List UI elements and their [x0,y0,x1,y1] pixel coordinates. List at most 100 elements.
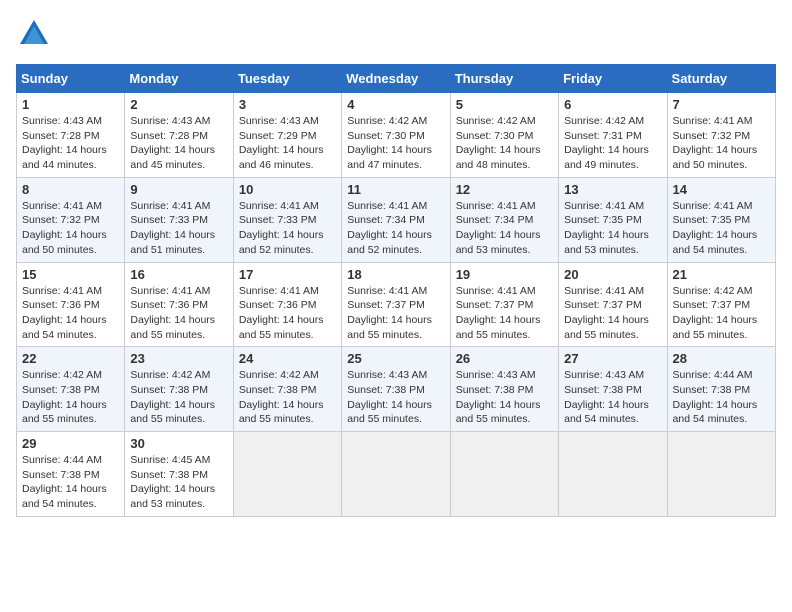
day-number: 15 [22,267,119,282]
calendar-cell: 10 Sunrise: 4:41 AM Sunset: 7:33 PM Dayli… [233,177,341,262]
day-number: 21 [673,267,770,282]
calendar-cell: 1 Sunrise: 4:43 AM Sunset: 7:28 PM Daylig… [17,93,125,178]
calendar-cell: 13Sunrise: 4:41 AM Sunset: 7:35 PM Dayli… [559,177,667,262]
calendar-cell: 29 Sunrise: 4:44 AM Sunset: 7:38 PM Dayli… [17,432,125,517]
day-info: Sunrise: 4:42 AM Sunset: 7:38 PM Dayligh… [22,368,119,427]
day-info: Sunrise: 4:42 AM Sunset: 7:31 PM Dayligh… [564,114,661,173]
day-info: Sunrise: 4:41 AM Sunset: 7:34 PM Dayligh… [347,199,444,258]
day-number: 20 [564,267,661,282]
day-info: Sunrise: 4:42 AM Sunset: 7:30 PM Dayligh… [347,114,444,173]
day-number: 14 [673,182,770,197]
calendar-cell: 11 Sunrise: 4:41 AM Sunset: 7:34 PM Dayli… [342,177,450,262]
day-info: Sunrise: 4:41 AM Sunset: 7:36 PM Dayligh… [239,284,336,343]
calendar-header-row: SundayMondayTuesdayWednesdayThursdayFrid… [17,65,776,93]
day-number: 7 [673,97,770,112]
calendar-cell [450,432,558,517]
day-info: Sunrise: 4:41 AM Sunset: 7:32 PM Dayligh… [673,114,770,173]
day-number: 16 [130,267,227,282]
calendar-cell [342,432,450,517]
calendar-cell: 25Sunrise: 4:43 AM Sunset: 7:38 PM Dayli… [342,347,450,432]
calendar-cell: 19 Sunrise: 4:41 AM Sunset: 7:37 PM Dayli… [450,262,558,347]
calendar-cell: 15 Sunrise: 4:41 AM Sunset: 7:36 PM Dayli… [17,262,125,347]
day-info: Sunrise: 4:42 AM Sunset: 7:38 PM Dayligh… [130,368,227,427]
calendar-cell [233,432,341,517]
day-number: 10 [239,182,336,197]
calendar-cell: 2 Sunrise: 4:43 AM Sunset: 7:28 PM Daylig… [125,93,233,178]
calendar-header-thursday: Thursday [450,65,558,93]
calendar-cell: 28Sunrise: 4:44 AM Sunset: 7:38 PM Dayli… [667,347,775,432]
calendar-cell: 6 Sunrise: 4:42 AM Sunset: 7:31 PM Daylig… [559,93,667,178]
logo-icon [16,16,52,52]
day-number: 19 [456,267,553,282]
logo [16,16,56,52]
day-number: 2 [130,97,227,112]
day-info: Sunrise: 4:42 AM Sunset: 7:30 PM Dayligh… [456,114,553,173]
calendar-cell: 8 Sunrise: 4:41 AM Sunset: 7:32 PM Daylig… [17,177,125,262]
day-number: 30 [130,436,227,451]
calendar-cell: 23 Sunrise: 4:42 AM Sunset: 7:38 PM Dayli… [125,347,233,432]
day-number: 5 [456,97,553,112]
calendar-cell: 9 Sunrise: 4:41 AM Sunset: 7:33 PM Daylig… [125,177,233,262]
calendar-header-wednesday: Wednesday [342,65,450,93]
day-info: Sunrise: 4:44 AM Sunset: 7:38 PM Dayligh… [22,453,119,512]
day-info: Sunrise: 4:41 AM Sunset: 7:37 PM Dayligh… [456,284,553,343]
day-info: Sunrise: 4:43 AM Sunset: 7:29 PM Dayligh… [239,114,336,173]
day-number: 18 [347,267,444,282]
calendar-cell: 14 Sunrise: 4:41 AM Sunset: 7:35 PM Dayli… [667,177,775,262]
day-info: Sunrise: 4:45 AM Sunset: 7:38 PM Dayligh… [130,453,227,512]
day-number: 17 [239,267,336,282]
calendar-week-3: 15 Sunrise: 4:41 AM Sunset: 7:36 PM Dayli… [17,262,776,347]
day-number: 11 [347,182,444,197]
day-info: Sunrise: 4:41 AM Sunset: 7:37 PM Dayligh… [564,284,661,343]
calendar-cell: 21Sunrise: 4:42 AM Sunset: 7:37 PM Dayli… [667,262,775,347]
day-number: 3 [239,97,336,112]
calendar-cell: 4 Sunrise: 4:42 AM Sunset: 7:30 PM Daylig… [342,93,450,178]
calendar-table: SundayMondayTuesdayWednesdayThursdayFrid… [16,64,776,517]
day-info: Sunrise: 4:41 AM Sunset: 7:36 PM Dayligh… [130,284,227,343]
day-info: Sunrise: 4:41 AM Sunset: 7:36 PM Dayligh… [22,284,119,343]
day-info: Sunrise: 4:41 AM Sunset: 7:37 PM Dayligh… [347,284,444,343]
calendar-week-5: 29 Sunrise: 4:44 AM Sunset: 7:38 PM Dayli… [17,432,776,517]
calendar-header-friday: Friday [559,65,667,93]
calendar-cell: 5 Sunrise: 4:42 AM Sunset: 7:30 PM Daylig… [450,93,558,178]
calendar-cell: 20 Sunrise: 4:41 AM Sunset: 7:37 PM Dayli… [559,262,667,347]
calendar-header-tuesday: Tuesday [233,65,341,93]
day-info: Sunrise: 4:43 AM Sunset: 7:38 PM Dayligh… [564,368,661,427]
day-number: 4 [347,97,444,112]
day-number: 29 [22,436,119,451]
calendar-body: 1 Sunrise: 4:43 AM Sunset: 7:28 PM Daylig… [17,93,776,517]
calendar-cell: 12Sunrise: 4:41 AM Sunset: 7:34 PM Dayli… [450,177,558,262]
day-number: 22 [22,351,119,366]
calendar-header-saturday: Saturday [667,65,775,93]
calendar-cell: 3 Sunrise: 4:43 AM Sunset: 7:29 PM Daylig… [233,93,341,178]
day-info: Sunrise: 4:43 AM Sunset: 7:28 PM Dayligh… [130,114,227,173]
day-number: 8 [22,182,119,197]
calendar-cell [559,432,667,517]
day-number: 6 [564,97,661,112]
calendar-cell: 27 Sunrise: 4:43 AM Sunset: 7:38 PM Dayli… [559,347,667,432]
page-header [16,16,776,52]
day-info: Sunrise: 4:41 AM Sunset: 7:32 PM Dayligh… [22,199,119,258]
day-number: 25 [347,351,444,366]
day-info: Sunrise: 4:43 AM Sunset: 7:28 PM Dayligh… [22,114,119,173]
calendar-week-2: 8 Sunrise: 4:41 AM Sunset: 7:32 PM Daylig… [17,177,776,262]
day-number: 1 [22,97,119,112]
day-number: 24 [239,351,336,366]
day-info: Sunrise: 4:41 AM Sunset: 7:35 PM Dayligh… [673,199,770,258]
calendar-cell: 24Sunrise: 4:42 AM Sunset: 7:38 PM Dayli… [233,347,341,432]
day-number: 27 [564,351,661,366]
day-info: Sunrise: 4:41 AM Sunset: 7:34 PM Dayligh… [456,199,553,258]
calendar-cell: 18 Sunrise: 4:41 AM Sunset: 7:37 PM Dayli… [342,262,450,347]
calendar-cell: 16 Sunrise: 4:41 AM Sunset: 7:36 PM Dayli… [125,262,233,347]
day-number: 23 [130,351,227,366]
day-number: 26 [456,351,553,366]
day-info: Sunrise: 4:41 AM Sunset: 7:33 PM Dayligh… [239,199,336,258]
day-info: Sunrise: 4:43 AM Sunset: 7:38 PM Dayligh… [456,368,553,427]
calendar-cell: 7 Sunrise: 4:41 AM Sunset: 7:32 PM Daylig… [667,93,775,178]
calendar-cell: 17 Sunrise: 4:41 AM Sunset: 7:36 PM Dayli… [233,262,341,347]
calendar-cell: 26 Sunrise: 4:43 AM Sunset: 7:38 PM Dayli… [450,347,558,432]
calendar-week-4: 22 Sunrise: 4:42 AM Sunset: 7:38 PM Dayli… [17,347,776,432]
day-number: 9 [130,182,227,197]
day-info: Sunrise: 4:41 AM Sunset: 7:33 PM Dayligh… [130,199,227,258]
calendar-week-1: 1 Sunrise: 4:43 AM Sunset: 7:28 PM Daylig… [17,93,776,178]
